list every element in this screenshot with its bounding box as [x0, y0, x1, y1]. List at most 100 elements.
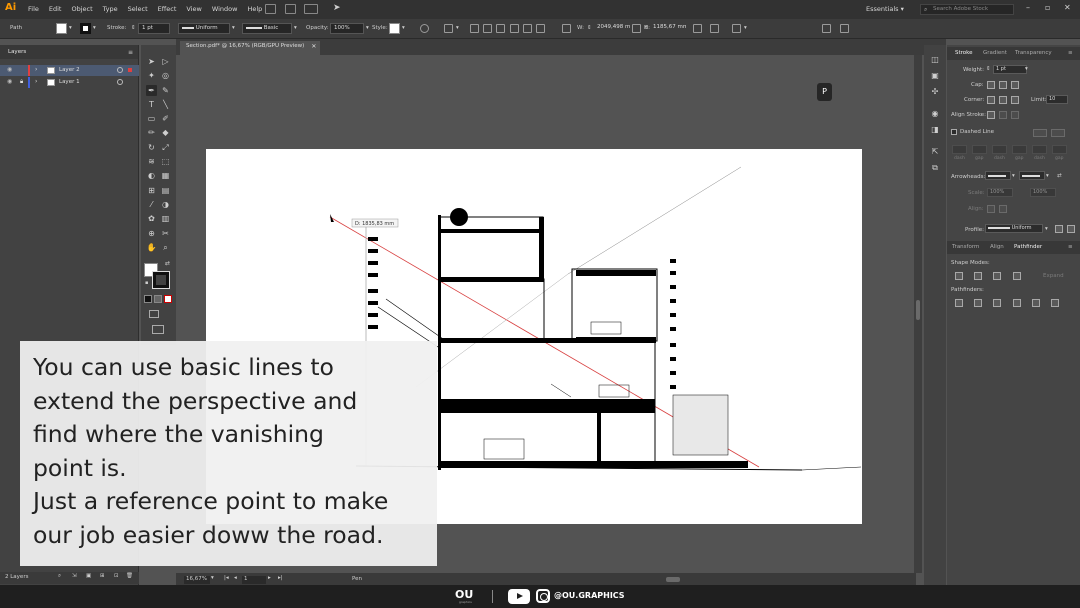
end-arrowhead-select[interactable]: [1019, 171, 1045, 180]
brush-select[interactable]: Basic: [242, 23, 292, 34]
transform-icon[interactable]: [562, 24, 571, 33]
new-layer-icon[interactable]: ⊡: [114, 573, 119, 579]
previous-artboard-icon[interactable]: ◂: [234, 575, 237, 581]
dash-field[interactable]: [952, 145, 967, 154]
chevron-down-icon[interactable]: ▾: [456, 25, 459, 31]
layers-title[interactable]: Layers: [8, 49, 26, 55]
target-icon[interactable]: [117, 67, 123, 73]
asset-export-icon[interactable]: ⇱: [930, 147, 940, 157]
delete-layer-icon[interactable]: 🗑︎: [126, 573, 133, 579]
constrain-proportions-icon[interactable]: [632, 24, 641, 33]
menu-effect[interactable]: Effect: [158, 5, 177, 13]
panel-options-icon[interactable]: [840, 24, 849, 33]
layer-name[interactable]: Layer 2: [59, 67, 80, 73]
bevel-join-icon[interactable]: [1011, 96, 1019, 104]
menu-view[interactable]: View: [186, 5, 201, 13]
expand-button[interactable]: Expand: [1043, 273, 1064, 279]
align-middle-icon[interactable]: [523, 24, 532, 33]
appearance-icon[interactable]: ◉: [930, 109, 940, 119]
stepper-icon[interactable]: ⇕: [587, 25, 592, 31]
artboards-icon[interactable]: ⧉: [930, 163, 940, 173]
panel-menu-icon[interactable]: ≡: [1068, 50, 1073, 56]
maximize-icon[interactable]: ▫: [1045, 3, 1050, 12]
tab-transform[interactable]: Transform: [952, 244, 979, 250]
new-sublayer-icon[interactable]: ⊞: [100, 573, 105, 579]
hand-tool-icon[interactable]: ✋: [146, 242, 157, 253]
transform-again-icon[interactable]: [732, 24, 741, 33]
bridge-icon[interactable]: [265, 4, 276, 14]
layer-name[interactable]: Layer 1: [59, 79, 80, 85]
lasso-tool-icon[interactable]: ◎: [160, 70, 171, 81]
flip-across-icon[interactable]: [1067, 225, 1075, 233]
chevron-down-icon[interactable]: ▾: [294, 25, 297, 31]
vertical-scrollbar[interactable]: [914, 55, 922, 573]
slice-tool-icon[interactable]: ✂: [160, 228, 171, 239]
reference-point-icon[interactable]: [822, 24, 831, 33]
chevron-down-icon[interactable]: ▾: [402, 25, 405, 31]
paintbrush-tool-icon[interactable]: ✐: [160, 113, 171, 124]
stepper-icon[interactable]: ⇕: [986, 66, 991, 72]
weight-field[interactable]: 1 pt: [993, 65, 1027, 74]
free-transform-tool-icon[interactable]: ⬚: [160, 156, 171, 167]
layer-row[interactable]: ◉ 🔒︎ › Layer 1: [0, 77, 139, 88]
visibility-eye-icon[interactable]: ◉: [7, 78, 12, 85]
target-icon[interactable]: [117, 79, 123, 85]
swap-colors-icon[interactable]: ⇄: [165, 260, 170, 267]
intersect-icon[interactable]: [993, 272, 1001, 280]
stepper-icon[interactable]: ⇕: [644, 25, 649, 31]
clipping-mask-icon[interactable]: ▣: [86, 573, 91, 579]
column-graph-tool-icon[interactable]: ▥: [160, 213, 171, 224]
divide-icon[interactable]: [955, 299, 963, 307]
tab-gradient[interactable]: Gradient: [983, 50, 1007, 56]
zoom-field[interactable]: 16,67%: [184, 576, 210, 584]
direct-selection-tool-icon[interactable]: ▷: [160, 56, 171, 67]
merge-icon[interactable]: [993, 299, 1001, 307]
artboard-tool-icon[interactable]: ⊕: [146, 228, 157, 239]
curvature-tool-icon[interactable]: ✎: [160, 85, 171, 96]
menu-select[interactable]: Select: [128, 5, 148, 13]
panel-menu-icon[interactable]: ≡: [1068, 244, 1073, 250]
blend-tool-icon[interactable]: ◑: [160, 199, 171, 210]
chevron-down-icon[interactable]: ▾: [211, 575, 214, 581]
panel-menu-icon[interactable]: ≡: [128, 49, 133, 56]
stock-search-input[interactable]: ⌕ Search Adobe Stock: [920, 4, 1014, 15]
unite-icon[interactable]: [955, 272, 963, 280]
screen-mode-icon[interactable]: [152, 325, 164, 334]
tab-stroke[interactable]: Stroke: [955, 50, 973, 56]
minus-front-icon[interactable]: [974, 272, 982, 280]
exclude-icon[interactable]: [1013, 272, 1021, 280]
swap-arrowheads-icon[interactable]: ⇄: [1057, 173, 1062, 179]
flip-along-icon[interactable]: [1055, 225, 1063, 233]
export-icon[interactable]: ⇲: [72, 573, 77, 579]
zoom-tool-icon[interactable]: ⌕: [160, 242, 171, 253]
align-right-icon[interactable]: [496, 24, 505, 33]
gradient-mode-icon[interactable]: [154, 295, 162, 303]
expand-arrow-icon[interactable]: ›: [35, 66, 37, 73]
none-mode-icon[interactable]: [164, 295, 172, 303]
tab-transparency[interactable]: Transparency: [1015, 50, 1052, 56]
next-artboard-icon[interactable]: ▸: [268, 575, 271, 581]
layer-row[interactable]: ◉ › Layer 2: [0, 65, 139, 76]
start-arrowhead-select[interactable]: [985, 171, 1011, 180]
minus-back-icon[interactable]: [1051, 299, 1059, 307]
first-artboard-icon[interactable]: |◂: [224, 575, 229, 581]
workspace-switcher[interactable]: Essentials ▾: [866, 5, 904, 13]
magic-wand-tool-icon[interactable]: ✦: [146, 70, 157, 81]
outline-icon[interactable]: [1032, 299, 1040, 307]
chevron-down-icon[interactable]: ▾: [232, 25, 235, 31]
fill-swatch[interactable]: [56, 23, 67, 34]
miter-join-icon[interactable]: [987, 96, 995, 104]
menu-file[interactable]: File: [28, 5, 39, 13]
arrow-end-icon[interactable]: [999, 205, 1007, 213]
eyedropper-tool-icon[interactable]: ⁄: [146, 199, 157, 210]
document-tab[interactable]: Section.pdf* @ 16,67% (RGB/GPU Preview) …: [180, 41, 321, 55]
gap-field[interactable]: [972, 145, 987, 154]
align-left-icon[interactable]: [470, 24, 479, 33]
default-colors-icon[interactable]: ▪: [145, 280, 148, 286]
perspective-grid-tool-icon[interactable]: ▦: [160, 170, 171, 181]
round-join-icon[interactable]: [999, 96, 1007, 104]
stock-icon[interactable]: [285, 4, 296, 14]
shaper-tool-icon[interactable]: ✏: [146, 127, 157, 138]
style-swatch[interactable]: [389, 23, 400, 34]
shape-builder-tool-icon[interactable]: ◐: [146, 170, 157, 181]
